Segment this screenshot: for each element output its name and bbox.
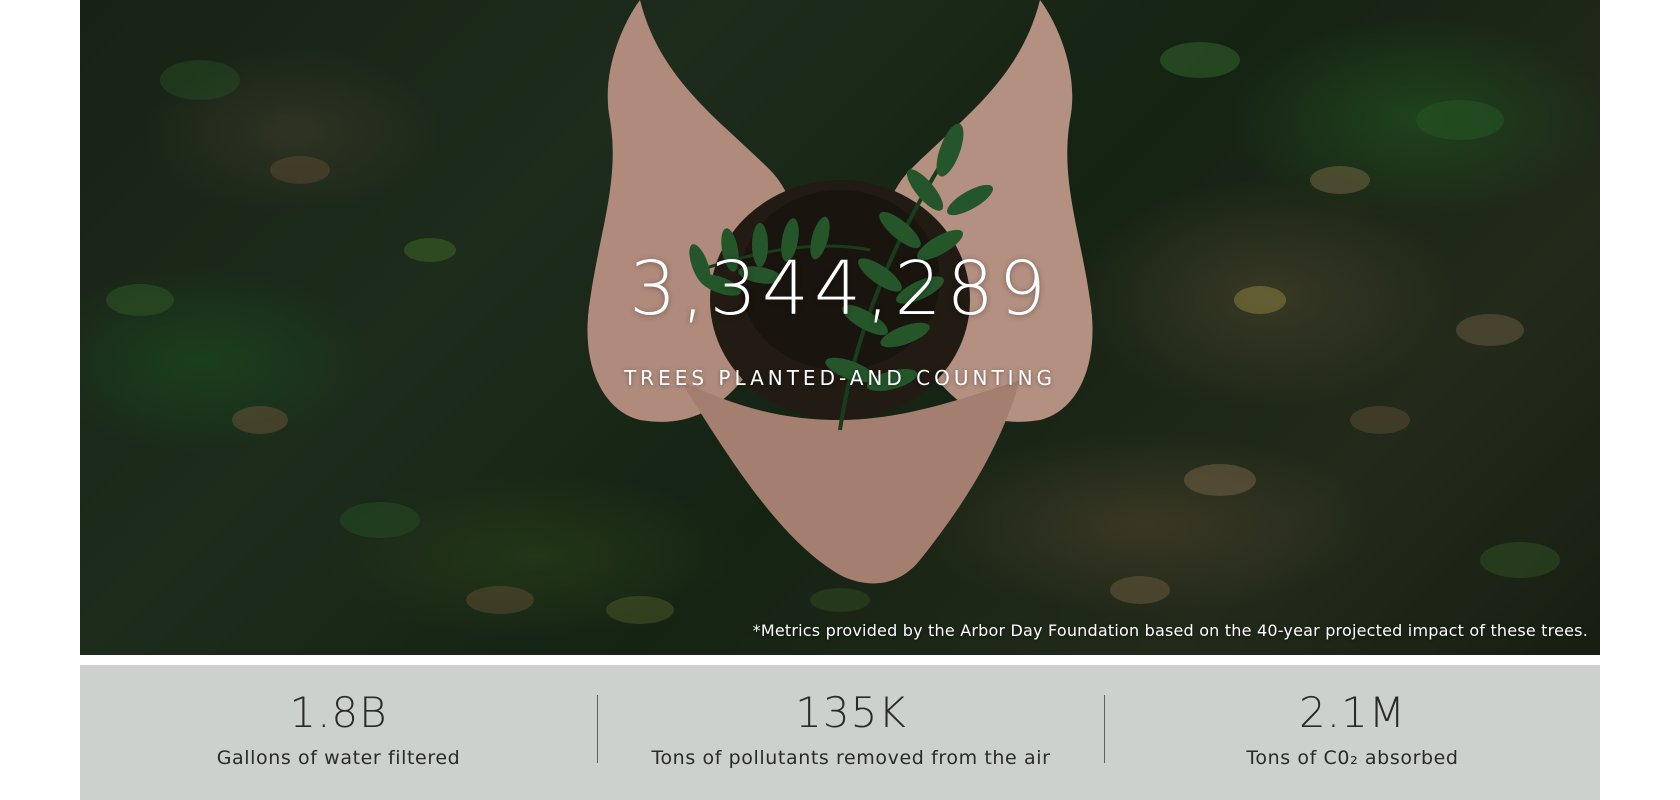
stat-label: Tons of pollutants removed from the air [651, 747, 1051, 769]
page: 3,344,289 TREES PLANTED-AND COUNTING *Me… [0, 0, 1680, 800]
stat-co2: 2.1M Tons of C0₂ absorbed [1105, 665, 1600, 800]
trees-planted-subtitle: TREES PLANTED-AND COUNTING [623, 366, 1057, 390]
stat-value: 1.8B [289, 688, 388, 737]
stat-value: 135K [795, 688, 907, 737]
metrics-footnote: *Metrics provided by the Arbor Day Found… [752, 621, 1588, 640]
stat-label: Gallons of water filtered [216, 747, 461, 769]
stat-pollutants: 135K Tons of pollutants removed from the… [598, 665, 1104, 800]
trees-planted-count: 3,344,289 [629, 246, 1051, 332]
impact-stats-band: 1.8B Gallons of water filtered 135K Tons… [80, 665, 1600, 800]
hero-section: 3,344,289 TREES PLANTED-AND COUNTING *Me… [80, 0, 1600, 655]
stat-water: 1.8B Gallons of water filtered [80, 665, 597, 800]
stat-value: 2.1M [1298, 688, 1407, 737]
stat-label: Tons of C0₂ absorbed [1246, 747, 1459, 769]
